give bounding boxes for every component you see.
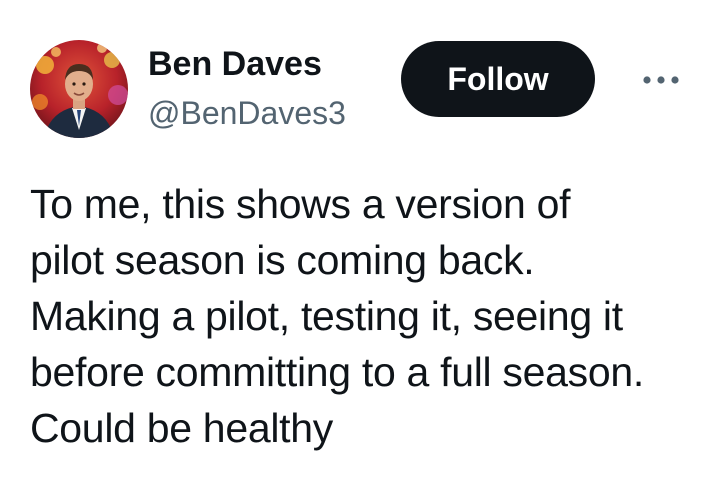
author-handle[interactable]: @BenDaves3: [148, 94, 398, 132]
tweet-card: Ben Daves @BenDaves3 Follow To me, this …: [0, 0, 710, 492]
more-options-button[interactable]: [636, 60, 686, 100]
more-horizontal-icon: [643, 76, 679, 84]
tweet-text-line: Making a pilot, testing it, seeing it: [30, 293, 623, 339]
avatar-image: [30, 40, 128, 138]
follow-button[interactable]: Follow: [401, 41, 595, 117]
tweet-text-line: before committing to a full season.: [30, 349, 644, 395]
author-info: Ben Daves @BenDaves3: [148, 44, 398, 132]
tweet-text-line: pilot season is coming back.: [30, 237, 535, 283]
tweet-text-line: Could be healthy: [30, 405, 333, 451]
tweet-text-line: To me, this shows a version of: [30, 181, 571, 227]
avatar[interactable]: [30, 40, 128, 138]
tweet-text: To me, this shows a version of pilot sea…: [30, 176, 690, 456]
author-display-name[interactable]: Ben Daves: [148, 44, 398, 84]
